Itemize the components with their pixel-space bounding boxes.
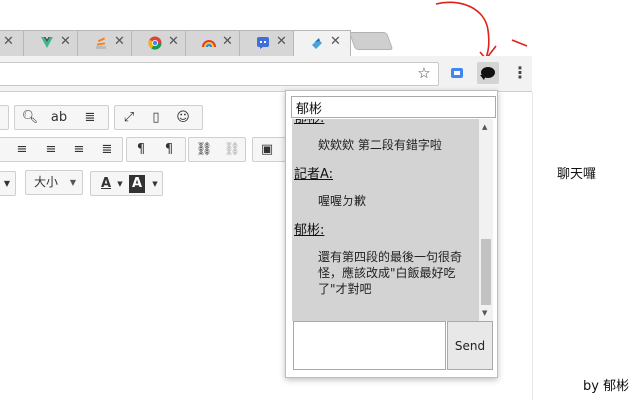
show-blocks-icon[interactable]: ▯ — [147, 109, 165, 127]
unlink-icon[interactable]: ⛓ — [223, 141, 241, 159]
browser-tab[interactable]: ✕ — [23, 30, 81, 56]
message-list[interactable]: 郁彬: 欸欸欸 第二段有錯字啦 記者A: 喔喔ㄉ歉 郁彬: 還有第四段的最後一句… — [292, 119, 493, 321]
browser-tab[interactable]: ✕ — [239, 30, 297, 56]
font-size-select[interactable]: 大小 ▼ — [25, 170, 83, 195]
toolbar-group: ¶ ¶ — [126, 137, 186, 162]
side-caption: 聊天囉 — [557, 167, 597, 182]
message-sender: 郁彬: — [294, 223, 325, 238]
browser-tab[interactable]: ✕ — [131, 30, 189, 56]
chevron-down-icon: ▼ — [69, 178, 76, 187]
close-icon[interactable]: ✕ — [168, 34, 179, 49]
message-text: 還有第四段的最後一句很奇怪，應該改成"白飯最好吃了"才對吧 — [318, 250, 463, 296]
name-input[interactable] — [291, 96, 496, 118]
message-text: 欸欸欸 第二段有錯字啦 — [318, 138, 442, 152]
address-bar[interactable] — [0, 62, 439, 86]
tab-strip: ✕ ✕ ✕ ✕ ✕ ✕ ✕ — [0, 0, 532, 61]
author-credit: by 郁彬 — [583, 379, 630, 394]
rainbow-icon — [202, 40, 216, 48]
chat-popup: 郁彬: 欸欸欸 第二段有錯字啦 記者A: 喔喔ㄉ歉 郁彬: 還有第四段的最後一句… — [285, 90, 498, 378]
spellcheck-icon[interactable]: ≣ — [81, 109, 99, 127]
search-icon[interactable]: 🔍︎ — [21, 109, 39, 127]
align-center-icon[interactable]: ≡ — [42, 141, 60, 159]
toolbar-group: ▼ — [0, 171, 16, 196]
extension-icon[interactable] — [446, 62, 468, 84]
close-icon[interactable]: ✕ — [276, 34, 287, 49]
menu-icon[interactable]: ⋮ — [509, 62, 531, 84]
vue-logo-icon — [41, 37, 53, 48]
justify-icon[interactable]: ≣ — [98, 141, 116, 159]
star-icon[interactable]: ☆ — [413, 62, 435, 84]
message-sender: 郁彬: — [294, 119, 477, 131]
chat-extension-icon[interactable] — [477, 62, 499, 84]
chat-app-icon — [257, 37, 269, 49]
browser-tab-active[interactable]: ✕ — [293, 30, 351, 56]
scrollbar-thumb[interactable] — [481, 239, 491, 305]
background-color-icon[interactable]: A — [129, 175, 145, 193]
link-icon[interactable]: ⛓ — [195, 141, 213, 159]
scrollbar[interactable]: ▲ ▼ — [479, 119, 493, 321]
ltr-icon[interactable]: ¶ — [132, 141, 150, 159]
maximize-icon[interactable]: ⤢ — [120, 109, 138, 127]
browser-tab[interactable]: ✕ — [185, 30, 243, 56]
toolbar-group: 🔍︎ ab ≣ — [14, 105, 109, 130]
send-button[interactable]: Send — [447, 321, 493, 370]
close-icon[interactable]: ✕ — [222, 34, 233, 49]
red-annotation-arrow — [435, 1, 528, 61]
smiley-icon[interactable]: ☺ — [174, 109, 192, 127]
extension-app-icon — [312, 38, 322, 49]
chevron-down-icon[interactable]: ▼ — [146, 175, 164, 193]
replace-icon[interactable]: ab — [50, 109, 68, 127]
message-input[interactable] — [293, 321, 446, 370]
message-sender: 記者A: — [294, 167, 334, 182]
new-tab-button[interactable] — [348, 32, 394, 50]
align-right-icon[interactable]: ≡ — [70, 141, 88, 159]
align-left-icon[interactable]: ≡ — [13, 141, 31, 159]
close-icon[interactable]: ✕ — [3, 34, 14, 49]
stack-icon — [96, 37, 106, 49]
chevron-down-icon[interactable]: ▼ — [111, 175, 129, 193]
message-text: 喔喔ㄉ歉 — [318, 194, 367, 208]
divider — [532, 92, 533, 400]
image-icon[interactable]: ▣ — [258, 141, 276, 159]
toolbar-group — [0, 105, 9, 130]
font-size-select-value: 大小 — [34, 175, 59, 189]
browser-tab[interactable]: ✕ — [77, 30, 135, 56]
close-icon[interactable]: ✕ — [114, 34, 125, 49]
chrome-icon — [148, 36, 162, 50]
scroll-down-icon[interactable]: ▼ — [482, 309, 487, 317]
rtl-icon[interactable]: ¶ — [160, 141, 178, 159]
scroll-up-icon[interactable]: ▲ — [482, 123, 487, 131]
toolbar-group: ⛓ ⛓ — [188, 137, 246, 162]
chevron-down-icon[interactable]: ▼ — [0, 175, 16, 193]
toolbar-group: ⤢ ▯ ☺ — [114, 105, 203, 130]
toolbar-group: A ▼ A ▼ — [90, 171, 163, 196]
close-icon[interactable]: ✕ — [60, 34, 71, 49]
toolbar-group: ≡ ≡ ≡ ≣ — [0, 137, 123, 162]
close-icon[interactable]: ✕ — [330, 34, 341, 49]
message-scroll-content: 郁彬: 欸欸欸 第二段有錯字啦 記者A: 喔喔ㄉ歉 郁彬: 還有第四段的最後一句… — [292, 119, 477, 307]
